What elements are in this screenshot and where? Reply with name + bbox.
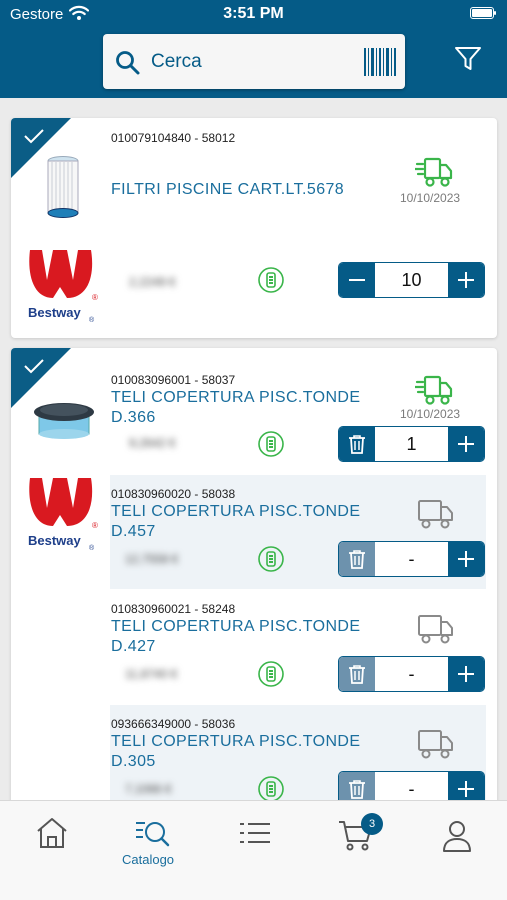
battery-icon xyxy=(470,7,496,19)
availability-info-icon[interactable] xyxy=(258,431,284,457)
trash-icon xyxy=(349,435,365,454)
product-image xyxy=(47,156,79,218)
plus-icon xyxy=(458,436,474,452)
minus-icon xyxy=(349,279,365,281)
delete-button[interactable] xyxy=(339,657,375,691)
filter-icon[interactable] xyxy=(454,46,482,72)
variant-price: 7,1066 € xyxy=(125,782,172,796)
search-bar[interactable]: Cerca xyxy=(103,34,405,89)
increase-button[interactable] xyxy=(448,657,484,691)
plus-icon xyxy=(458,272,474,288)
trash-icon xyxy=(349,780,365,799)
bestway-logo: ® Bestway ® xyxy=(28,478,98,552)
variant-name-line2[interactable]: D.305 xyxy=(111,752,156,772)
variant-price: 12,7558 € xyxy=(125,552,179,566)
bottom-tab-bar: Catalogo 3 xyxy=(0,800,507,900)
variant-code: 010830960021 - 58248 xyxy=(111,602,236,616)
svg-text:®: ® xyxy=(92,293,98,302)
variant-name-line2[interactable]: D.427 xyxy=(111,637,156,657)
availability-info-icon[interactable] xyxy=(258,661,284,687)
availability-info-icon[interactable] xyxy=(258,546,284,572)
trash-icon xyxy=(349,665,365,684)
product-card[interactable]: 010079104840 - 58012 FILTRI PISCINE CART… xyxy=(11,118,497,338)
delivery-date: 10/10/2023 xyxy=(400,407,461,421)
availability-info-icon[interactable] xyxy=(258,776,284,802)
product-price: 2,2249 € xyxy=(129,275,176,289)
plus-icon xyxy=(458,781,474,797)
variant-name-line2[interactable]: D.457 xyxy=(111,522,156,542)
delete-button[interactable] xyxy=(339,427,375,461)
quantity-value[interactable]: 1 xyxy=(375,427,448,461)
variant-name[interactable]: TELI COPERTURA PISC.TONDE xyxy=(111,502,360,522)
brand-name: Bestway xyxy=(28,305,82,320)
truck-unavailable-icon xyxy=(418,615,453,644)
availability-info-icon[interactable] xyxy=(258,267,284,293)
search-input[interactable]: Cerca xyxy=(151,51,202,73)
quantity-stepper[interactable]: 1 xyxy=(338,426,485,462)
clock: 3:51 PM xyxy=(223,5,284,22)
decrease-button[interactable] xyxy=(339,263,375,297)
quantity-value[interactable]: - xyxy=(375,657,448,691)
product-name[interactable]: FILTRI PISCINE CART.LT.5678 xyxy=(111,180,344,200)
truck-unavailable-icon xyxy=(418,730,453,759)
svg-text:®: ® xyxy=(89,544,95,552)
truck-unavailable-icon xyxy=(418,500,453,529)
increase-button[interactable] xyxy=(448,427,484,461)
svg-text:®: ® xyxy=(89,316,95,324)
quantity-value[interactable]: 10 xyxy=(375,263,448,297)
search-icon xyxy=(116,51,140,75)
quantity-stepper[interactable]: - xyxy=(338,541,485,577)
delete-button[interactable] xyxy=(339,542,375,576)
product-name-line2[interactable]: D.366 xyxy=(111,408,156,428)
tab-catalogo-label[interactable]: Catalogo xyxy=(122,852,174,867)
quantity-stepper[interactable]: - xyxy=(338,656,485,692)
product-image xyxy=(34,403,94,439)
delivery-date: 10/10/2023 xyxy=(400,191,461,205)
catalog-search-icon[interactable] xyxy=(135,819,171,851)
product-price: 9,2642 € xyxy=(129,436,176,450)
brand-name: Bestway xyxy=(28,533,82,548)
plus-icon xyxy=(458,666,474,682)
barcode-scanner-icon[interactable] xyxy=(364,48,396,76)
truck-available-icon xyxy=(415,375,453,405)
status-bar: Gestore 3:51 PM xyxy=(0,0,507,30)
variant-name[interactable]: TELI COPERTURA PISC.TONDE xyxy=(111,617,360,637)
svg-text:®: ® xyxy=(92,521,98,530)
plus-icon xyxy=(458,551,474,567)
variant-code: 093666349000 - 58036 xyxy=(111,717,236,731)
trash-icon xyxy=(349,550,365,569)
cart-count-badge: 3 xyxy=(361,813,383,835)
variant-price: 11,8740 € xyxy=(125,667,178,681)
product-name[interactable]: TELI COPERTURA PISC.TONDE xyxy=(111,388,360,408)
checkmark-icon xyxy=(24,129,44,144)
truck-available-icon xyxy=(415,157,453,187)
increase-button[interactable] xyxy=(448,263,484,297)
variant-name[interactable]: TELI COPERTURA PISC.TONDE xyxy=(111,732,360,752)
list-icon[interactable] xyxy=(239,821,271,849)
variant-code: 010830960020 - 58038 xyxy=(111,487,236,501)
app-header: Gestore 3:51 PM Cerca xyxy=(0,0,507,98)
user-profile-icon[interactable] xyxy=(442,819,472,853)
quantity-value[interactable]: - xyxy=(375,542,448,576)
home-icon[interactable] xyxy=(35,817,69,849)
quantity-stepper[interactable]: 10 xyxy=(338,262,485,298)
product-card[interactable]: 010083096001 - 58037 TELI COPERTURA PISC… xyxy=(11,348,497,818)
product-code: 010079104840 - 58012 xyxy=(111,131,236,145)
product-code: 010083096001 - 58037 xyxy=(111,373,236,387)
bestway-logo: ® Bestway ® xyxy=(28,250,98,324)
increase-button[interactable] xyxy=(448,542,484,576)
checkmark-icon xyxy=(24,359,44,374)
